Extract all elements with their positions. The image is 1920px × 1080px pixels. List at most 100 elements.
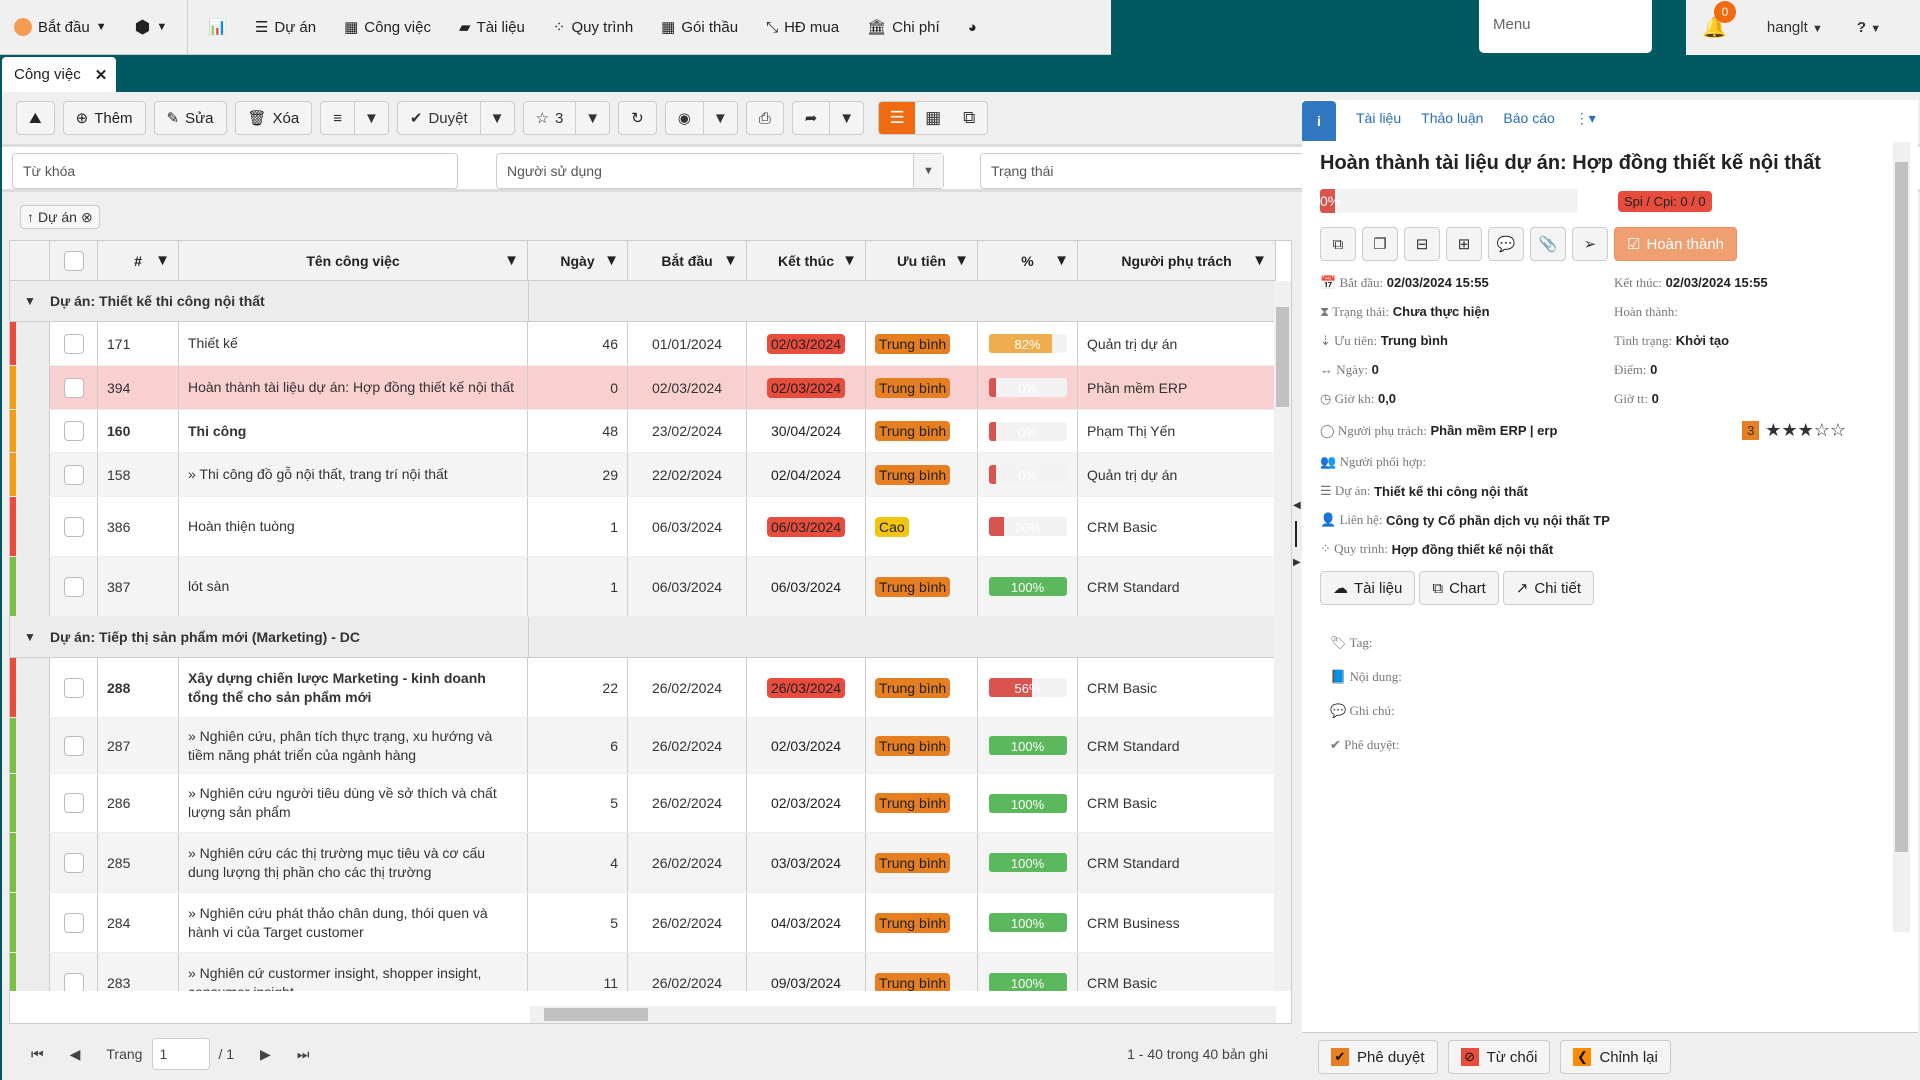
table-row[interactable]: 386 Hoàn thiện tuòng 1 06/03/2024 06/03/2024…	[10, 497, 1276, 557]
filter-icon[interactable]: ▼	[604, 252, 619, 269]
table-row[interactable]: 287» Nghiên cứu, phân tích thực trạng, x…	[10, 718, 1276, 774]
row-select[interactable]	[50, 497, 98, 556]
cell-name[interactable]: Thiết kế	[179, 322, 528, 365]
help-menu[interactable]: ? ▼	[1857, 19, 1881, 36]
group-by-chip[interactable]: ↑ Dự án ⊗	[20, 205, 100, 229]
menu-dashboard[interactable]: 📊	[194, 0, 241, 55]
scroll-thumb[interactable]	[1276, 307, 1289, 407]
complete-button[interactable]: ☑ Hoàn thành	[1614, 227, 1738, 261]
scroll-thumb[interactable]	[544, 1008, 648, 1021]
star-filled-icon[interactable]: ★	[1765, 420, 1781, 440]
collapse-left-icon[interactable]: ◀	[1293, 500, 1301, 511]
documents-button[interactable]: ☁ Tài liệu	[1320, 571, 1416, 605]
tab-documents[interactable]: Tài liệu	[1356, 110, 1401, 126]
collapse-right-icon[interactable]: ▶	[1293, 557, 1301, 568]
info-tab[interactable]: i	[1302, 101, 1336, 141]
approve-footer-button[interactable]: ✔ Phê duyệt	[1318, 1040, 1438, 1074]
prev-page-icon[interactable]: ◀	[70, 1046, 81, 1063]
menu-projects[interactable]: ☰ Dự án	[241, 0, 330, 55]
row-checkbox[interactable]	[63, 576, 84, 597]
caret-down-icon[interactable]: ▼	[354, 102, 388, 134]
header-name[interactable]: Tên công việc ▼	[179, 241, 528, 280]
user-select[interactable]: Người sử dụng ▼	[496, 153, 944, 189]
row-checkbox[interactable]	[63, 677, 84, 698]
caret-down-icon[interactable]: ▼	[479, 102, 514, 134]
row-select[interactable]	[50, 718, 98, 773]
comment-button[interactable]: 💬	[1488, 227, 1524, 261]
row-checkbox[interactable]	[63, 464, 84, 485]
row-checkbox[interactable]	[63, 735, 84, 756]
tab-discussion[interactable]: Thảo luận	[1421, 110, 1483, 126]
filter-icon[interactable]: ▼	[723, 252, 738, 269]
row-select[interactable]	[50, 366, 98, 409]
grid-view-icon[interactable]: ▦	[915, 102, 952, 134]
row-checkbox[interactable]	[63, 421, 84, 441]
cell-name[interactable]: » Thi công đồ gỗ nội thất, trang trí nội…	[179, 453, 528, 496]
table-row[interactable]: 288 Xây dựng chiến lược Marketing - kinh …	[10, 658, 1276, 718]
row-select[interactable]	[50, 658, 98, 717]
last-page-icon[interactable]: ⏭	[297, 1046, 310, 1063]
table-row[interactable]: 171 Thiết kế 46 01/01/2024 02/03/2024 Trung b…	[10, 322, 1276, 366]
first-page-icon[interactable]: ⏮	[31, 1046, 44, 1063]
menu-modules[interactable]: ⬢ ▼	[121, 0, 182, 55]
send-button[interactable]: ➢	[1572, 227, 1608, 261]
caret-down-icon[interactable]: ▼	[829, 102, 863, 134]
notification-bell[interactable]: 🔔 0	[1702, 1, 1736, 40]
splitter-handle[interactable]	[1295, 521, 1297, 547]
header-priority[interactable]: Ưu tiên ▼	[866, 241, 978, 280]
filter-icon[interactable]: ▼	[1054, 252, 1069, 269]
tree-view-icon[interactable]: ⧉	[951, 102, 988, 134]
page-input[interactable]: 1	[152, 1038, 211, 1070]
panel-scrollbar[interactable]	[1893, 142, 1910, 932]
caret-down-icon[interactable]: ▼	[575, 102, 609, 134]
star-empty-icon[interactable]: ☆	[1830, 420, 1846, 440]
edit-button[interactable]: ✎ Sửa	[153, 101, 227, 135]
row-checkbox[interactable]	[63, 793, 84, 813]
delete-button[interactable]: 🗑 Xóa	[234, 101, 313, 135]
table-row[interactable]: 387 lót sàn 1 06/03/2024 06/03/2024 Trung bìn…	[10, 557, 1276, 617]
cell-name[interactable]: » Nghiên cứu các thị trường mục tiêu và …	[179, 833, 528, 892]
row-checkbox[interactable]	[63, 972, 84, 991]
cell-name[interactable]: Hoàn thành tài liệu dự án: Hợp đồng thiế…	[179, 366, 528, 409]
filter-icon[interactable]: ▼	[954, 252, 969, 269]
reject-button[interactable]: ⊘ Từ chối	[1447, 1040, 1551, 1074]
select-all-checkbox[interactable]	[63, 250, 84, 271]
collapse-icon[interactable]: ▼	[10, 294, 50, 308]
header-id[interactable]: # ▼	[98, 241, 179, 280]
cell-name[interactable]: Xây dựng chiến lược Marketing - kinh doa…	[179, 658, 528, 717]
table-row[interactable]: 286» Nghiên cứu người tiêu dùng về sở th…	[10, 774, 1276, 833]
list-view-icon[interactable]: ☰	[879, 102, 916, 134]
header-percent[interactable]: % ▼	[978, 241, 1078, 280]
print-button[interactable]: ⎙	[745, 101, 784, 135]
filter-icon[interactable]: ▼	[504, 252, 519, 269]
tab-report[interactable]: Báo cáo	[1503, 110, 1554, 126]
more-tabs-icon[interactable]: ⋮▾	[1575, 110, 1596, 127]
cell-name[interactable]: Hoàn thiện tuòng	[179, 497, 528, 556]
star-filled-icon[interactable]: ★	[1781, 420, 1797, 440]
grid-horizontal-scrollbar[interactable]	[530, 1006, 1276, 1023]
cell-name[interactable]: » Nghiên cứ custormer insight, shopper i…	[179, 953, 528, 991]
table-row[interactable]: 160 Thi công 48 23/02/2024 30/04/2024 Trung b…	[10, 410, 1276, 453]
caret-down-icon[interactable]: ▼	[702, 102, 737, 134]
row-checkbox[interactable]	[63, 333, 84, 354]
row-select[interactable]	[50, 953, 98, 991]
table-row[interactable]: 158» Thi công đồ gỗ nội thất, trang trí …	[10, 453, 1276, 497]
table-row[interactable]: 284» Nghiên cứu phát thảo chân dung, thó…	[10, 893, 1276, 953]
remove-icon[interactable]: ⊗	[81, 209, 93, 226]
row-select[interactable]	[50, 774, 98, 832]
filter-icon[interactable]: ▼	[842, 252, 857, 269]
calendar-plus-button[interactable]: ⊞	[1446, 227, 1482, 261]
copy-button[interactable]: ⧉	[1320, 227, 1356, 261]
refresh-button[interactable]: ↻	[618, 101, 657, 135]
list-actions[interactable]: ≡ ▼	[320, 101, 389, 135]
header-end[interactable]: Kết thúc ▼	[747, 241, 866, 280]
header-owner[interactable]: Người phụ trách ▼	[1078, 241, 1276, 280]
collapse-icon[interactable]: ▼	[10, 630, 50, 644]
chart-button[interactable]: ⧉ Chart	[1419, 571, 1499, 605]
menu-bids[interactable]: ▦ Gói thầu	[647, 0, 752, 55]
header-select-all[interactable]	[50, 241, 98, 280]
duplicate-button[interactable]: ❐	[1362, 227, 1398, 261]
menu-gauge[interactable]: ◕	[954, 0, 991, 55]
star-filter[interactable]: ☆ 3 ▼	[522, 101, 611, 135]
table-row[interactable]: 285» Nghiên cứu các thị trường mục tiêu …	[10, 833, 1276, 893]
